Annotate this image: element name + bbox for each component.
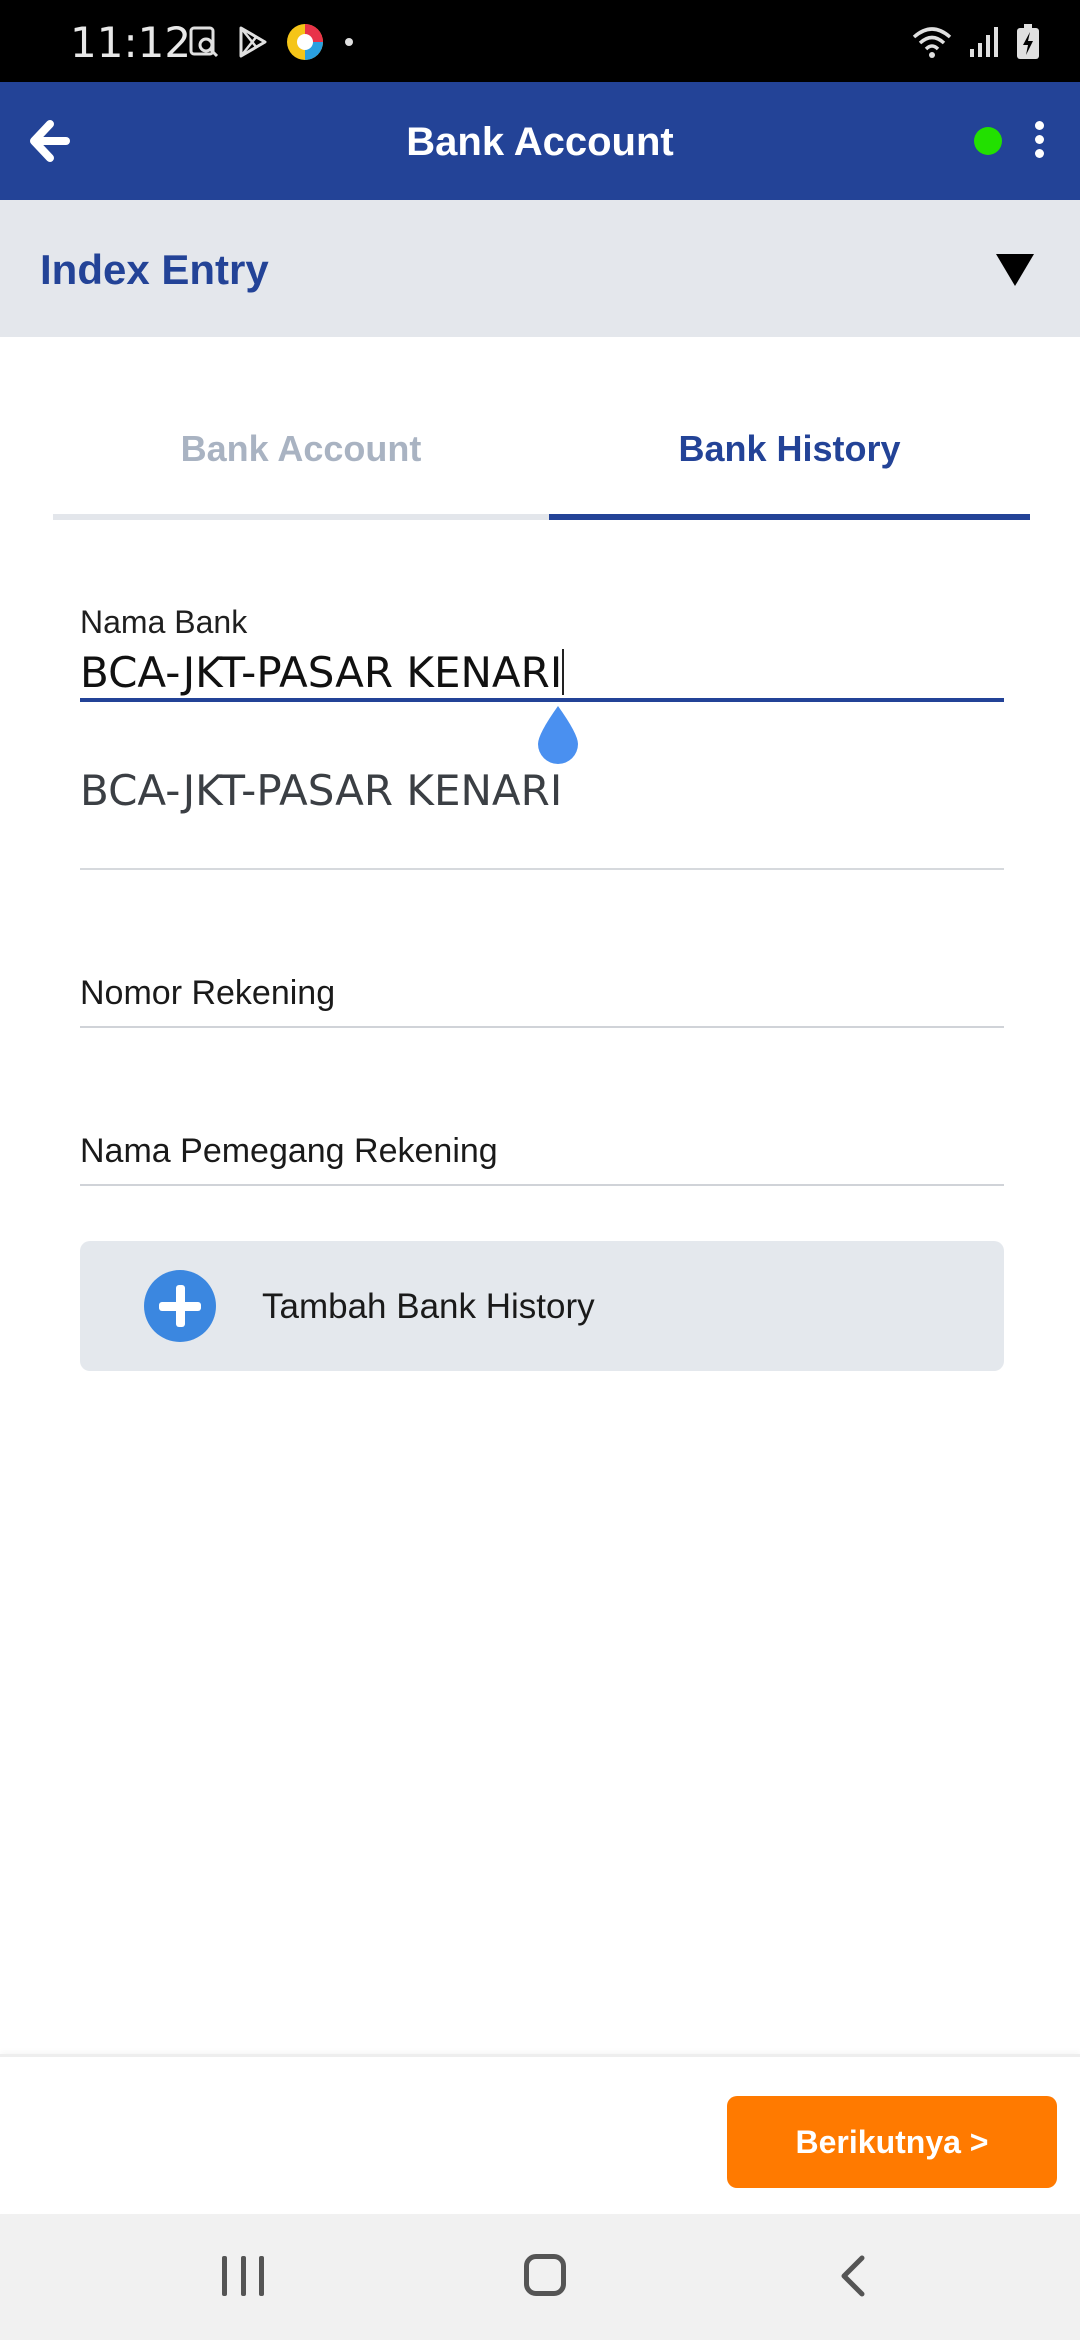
home-icon[interactable] — [524, 2254, 566, 2296]
plus-circle-icon — [144, 1270, 216, 1342]
nama-bank-value: BCA-JKT-PASAR KENARI — [80, 648, 563, 697]
add-bank-history-label: Tambah Bank History — [262, 1287, 595, 1326]
next-button[interactable]: Berikutnya > — [727, 2096, 1057, 2188]
text-cursor — [562, 649, 565, 695]
status-system-icons — [912, 20, 1040, 64]
app-badge-icon — [287, 24, 323, 60]
more-options-icon[interactable] — [1022, 118, 1056, 164]
status-time: 11:12 — [70, 18, 192, 67]
status-notification-icons — [188, 20, 356, 64]
system-nav-bar — [0, 2214, 1080, 2340]
nama-bank-input[interactable]: BCA-JKT-PASAR KENARI — [80, 640, 1004, 702]
add-bank-history-button[interactable]: Tambah Bank History — [80, 1241, 1004, 1371]
index-entry-title: Index Entry — [40, 246, 269, 293]
recent-apps-icon[interactable] — [222, 2256, 264, 2296]
nama-pemegang-rekening-input[interactable]: Nama Pemegang Rekening — [80, 1126, 1004, 1186]
tab-bar: Bank Account Bank History — [53, 400, 1030, 520]
nomor-rekening-input[interactable]: Nomor Rekening — [80, 968, 1004, 1028]
screenshot-icon — [189, 26, 219, 58]
nav-back-icon[interactable] — [836, 2254, 872, 2298]
signal-icon — [970, 27, 998, 57]
play-store-icon — [239, 26, 267, 58]
page-title: Bank Account — [406, 120, 674, 164]
online-status-indicator — [974, 127, 1002, 155]
dot-icon — [345, 38, 353, 46]
status-bar: 11:12 — [0, 0, 1080, 82]
bottom-action-bar: Berikutnya > — [0, 2054, 1080, 2214]
nama-bank-label: Nama Bank — [80, 604, 248, 640]
dropdown-triangle-icon[interactable] — [996, 254, 1034, 286]
index-entry-header[interactable]: Index Entry — [0, 200, 1080, 337]
bank-suggestion-item[interactable]: BCA-JKT-PASAR KENARI — [80, 740, 1004, 870]
battery-charging-icon — [1017, 24, 1039, 59]
tab-bank-account[interactable]: Bank Account — [53, 400, 549, 520]
tab-bank-history[interactable]: Bank History — [549, 400, 1030, 520]
wifi-icon — [912, 27, 952, 58]
app-bar: Bank Account — [0, 82, 1080, 200]
